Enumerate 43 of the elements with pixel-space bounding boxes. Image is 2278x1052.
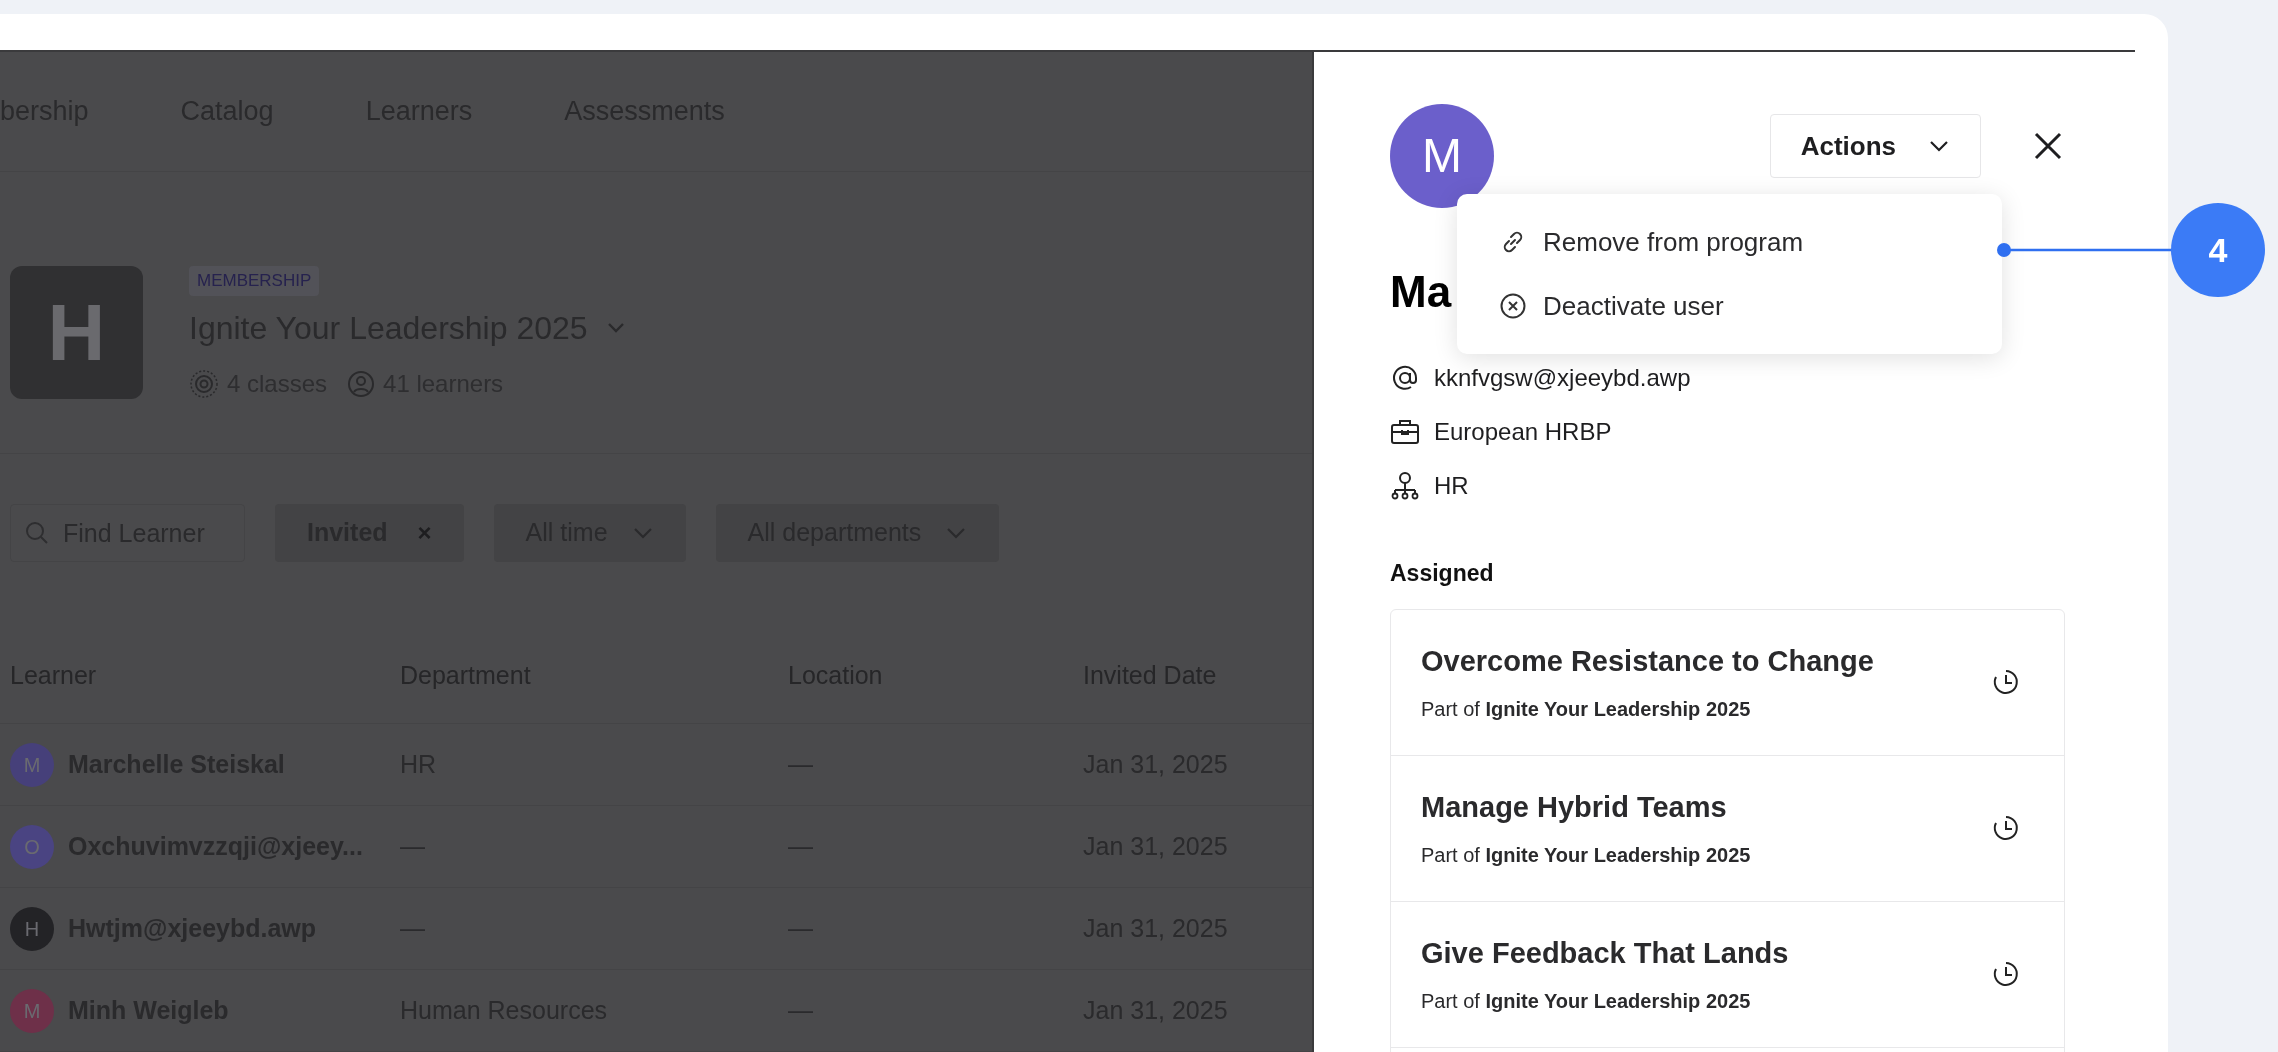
table-cell-text: — [400, 830, 426, 862]
detail-text: European HRBP [1434, 417, 1612, 447]
learner-avatar: H [10, 906, 54, 951]
clock-icon [1992, 668, 2020, 696]
clock-icon [1992, 814, 2020, 842]
search-icon [24, 520, 50, 546]
table-cell-text: — [788, 912, 814, 944]
detail-text: HR [1434, 471, 1469, 501]
logo-letter: H [47, 286, 106, 379]
menu-item[interactable]: Deactivate user [1457, 274, 2002, 338]
user-avatar: M [1390, 104, 1494, 208]
learner-avatar: M [10, 988, 54, 1033]
course-subtitle: Part of Ignite Your Leadership 2025 [1421, 842, 1751, 868]
chevron-down-icon [1928, 139, 1950, 153]
briefcase-icon [1390, 417, 1420, 447]
course-row[interactable]: Give Feedback That Lands Part of Ignite Your Leadership 2025 [1391, 901, 2064, 1048]
chevron-down-icon [945, 526, 968, 540]
chevron-down-icon [631, 526, 654, 540]
course-row[interactable]: Manage Hybrid Teams Part of Ignite Your Leadership 2025 [1391, 755, 2064, 902]
close-icon[interactable] [2033, 131, 2063, 161]
user-name: Ma [1390, 270, 1452, 314]
clock-icon [1992, 960, 2020, 988]
table-cell-text: — [788, 830, 814, 862]
table-cell-text: — [788, 994, 814, 1026]
course-subtitle: Part of Ignite Your Leadership 2025 [1421, 988, 1752, 1014]
table-cell-text: — [788, 748, 814, 780]
org-chart-icon [1390, 471, 1420, 501]
course-title: Overcome Resistance to Change [1421, 644, 1874, 680]
course-row[interactable]: Overcome Resistance to Change Part of Ignite Your Leadership 2025 [1391, 609, 2064, 756]
menu-item[interactable]: Remove from program [1457, 210, 2002, 274]
user-icon [347, 369, 376, 398]
callout-number: 4 [2171, 203, 2265, 297]
remove-filter-button[interactable]: × [417, 515, 432, 551]
target-icon [189, 368, 219, 399]
section-heading: Assigned [1390, 559, 1495, 588]
course-title: Manage Hybrid Teams [1421, 790, 1728, 826]
actions-dropdown[interactable]: Actions [1769, 114, 1981, 178]
course-subtitle: Part of Ignite Your Leadership 2025 [1421, 696, 1752, 722]
cancel-circle-icon [1499, 292, 1527, 320]
course-title: Give Feedback That Lands [1421, 936, 1789, 972]
table-cell-text: — [400, 912, 426, 944]
at-sign-icon [1390, 363, 1420, 393]
detail-text: kknfvgsw@xjeeybd.awp [1434, 363, 1691, 393]
